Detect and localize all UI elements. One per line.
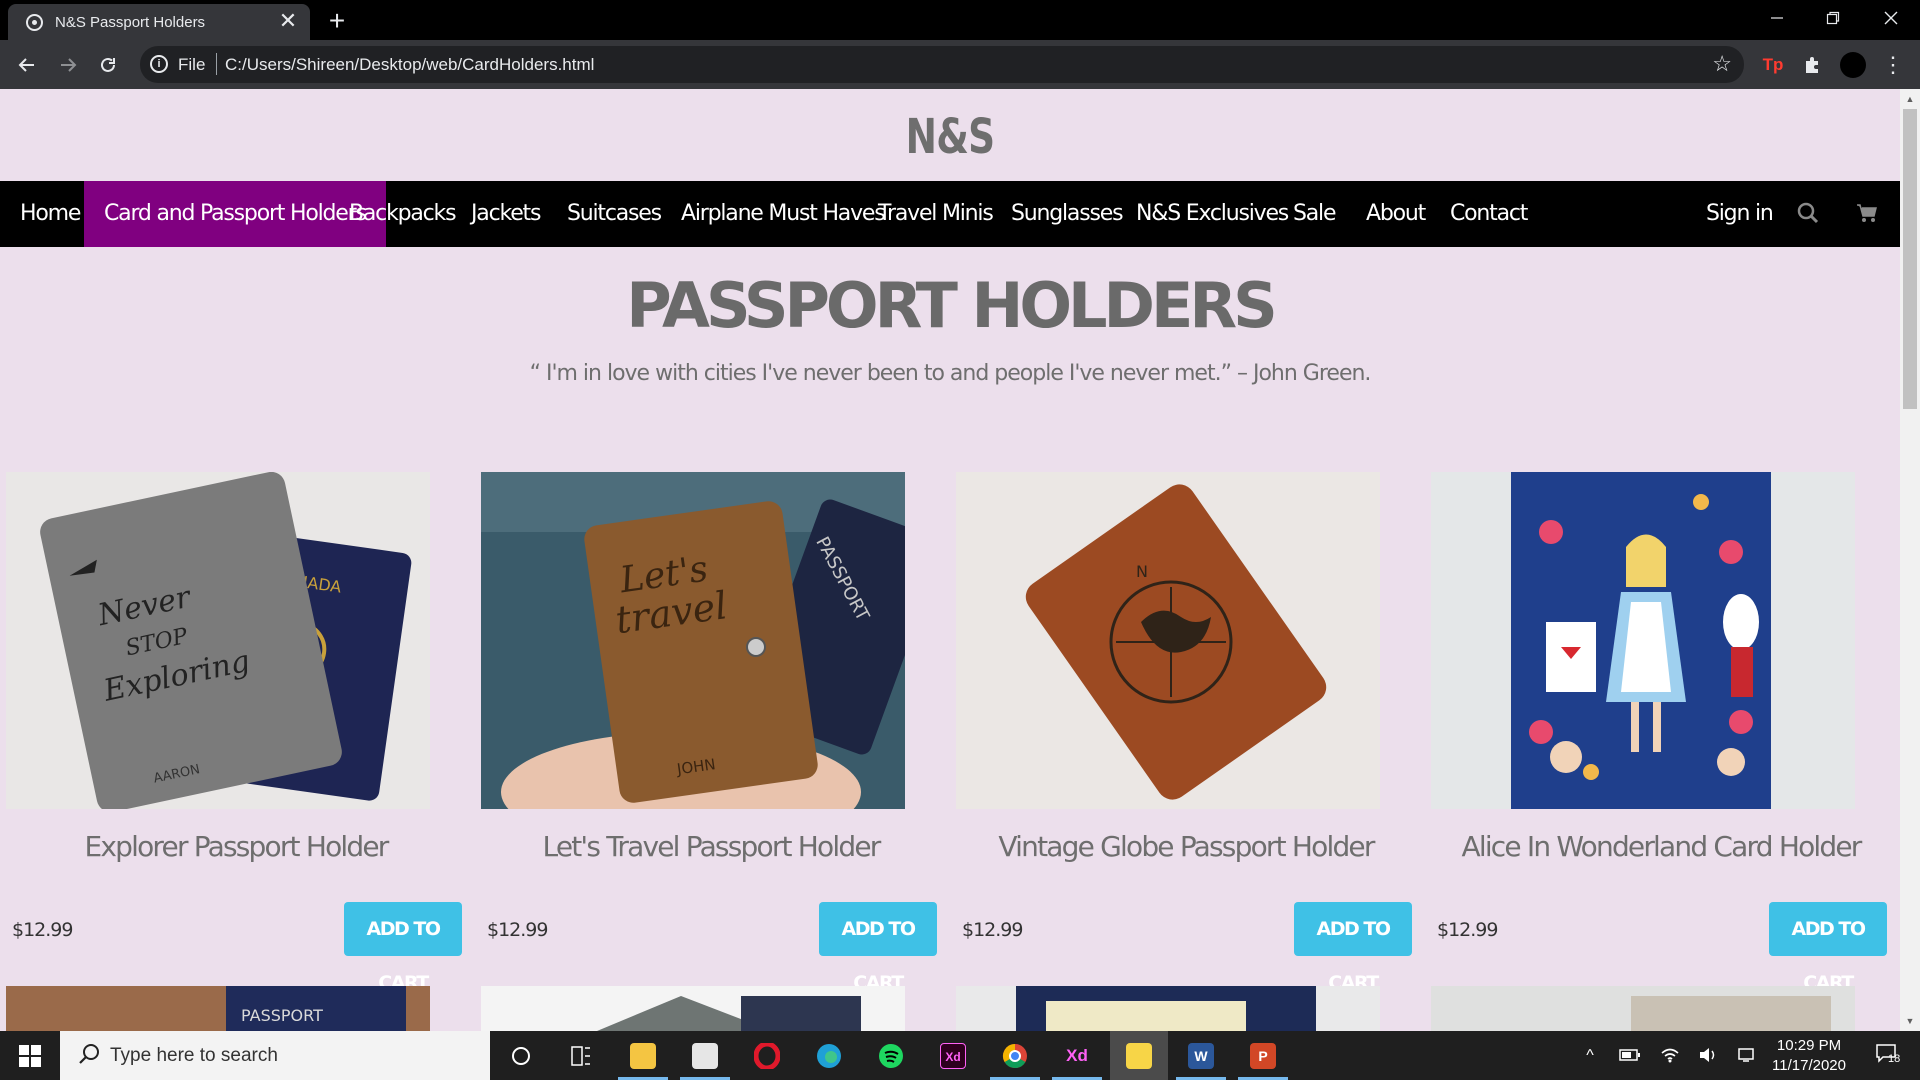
product-image-partial[interactable]: PASSPORT	[6, 986, 430, 1031]
kebab-menu-icon[interactable]: ⋮	[1880, 52, 1906, 78]
address-bar[interactable]: i File C:/Users/Shireen/Desktop/web/Card…	[140, 46, 1744, 83]
globe-icon	[26, 14, 43, 31]
cortana-icon[interactable]	[492, 1031, 550, 1080]
sign-in-link[interactable]: Sign in	[1686, 181, 1793, 247]
svg-text:PASSPORT: PASSPORT	[241, 1006, 323, 1025]
browser-toolbar: i File C:/Users/Shireen/Desktop/web/Card…	[0, 40, 1920, 89]
site-logo[interactable]: N&S	[209, 109, 1691, 165]
profile-avatar[interactable]	[1840, 52, 1866, 78]
add-to-cart-button[interactable]: ADD TO CART	[1294, 902, 1412, 994]
chrome-icon[interactable]	[986, 1031, 1044, 1080]
product-image-partial[interactable]	[1431, 986, 1855, 1031]
notification-center-icon[interactable]: 18	[1866, 1031, 1906, 1080]
notification-count: 18	[1888, 1053, 1901, 1065]
main-navigation: Home Card and Passport Holders Backpacks…	[0, 181, 1900, 247]
product-price: $12.99	[12, 919, 73, 941]
search-icon	[78, 1043, 102, 1067]
browser-tab[interactable]: N&S Passport Holders ✕	[8, 4, 310, 40]
scrollbar-thumb[interactable]	[1903, 109, 1917, 409]
page-title: PASSPORT HOLDERS	[626, 269, 1278, 342]
product-name[interactable]: Vintage Globe Passport Holder	[956, 830, 1416, 863]
product-price: $12.99	[487, 919, 548, 941]
product-image-partial[interactable]	[481, 986, 905, 1031]
tab-close-button[interactable]: ✕	[276, 9, 300, 33]
product-image-vintage-globe[interactable]: N	[956, 472, 1380, 809]
product-image-explorer[interactable]: NADA Never STOP Exploring AARON	[6, 472, 430, 809]
adobe-xd-app-icon[interactable]: Xd	[1048, 1031, 1106, 1080]
product-image-lets-travel[interactable]: PASSPORT Let's travel JOHN	[481, 472, 905, 809]
taskbar-search-box[interactable]: Type here to search	[60, 1031, 490, 1080]
task-view-icon[interactable]	[552, 1031, 610, 1080]
microsoft-store-icon[interactable]	[676, 1031, 734, 1080]
nav-travel-minis[interactable]: Travel Minis	[858, 181, 1013, 247]
minimize-button[interactable]	[1754, 4, 1800, 34]
product-card: N Vintage Globe Passport Holder $12.99 A…	[950, 472, 1425, 994]
nav-sale[interactable]: Sale	[1273, 181, 1355, 247]
word-icon[interactable]: W	[1172, 1031, 1230, 1080]
forward-button[interactable]	[52, 49, 84, 81]
add-to-cart-button[interactable]: ADD TO CART	[1769, 902, 1887, 994]
product-image-partial[interactable]	[956, 986, 1380, 1031]
windows-start-button[interactable]	[0, 1031, 60, 1080]
volume-icon[interactable]	[1694, 1031, 1722, 1080]
page-viewport: N&S Home Card and Passport Holders Backp…	[0, 89, 1920, 1031]
edge-icon[interactable]	[800, 1031, 858, 1080]
scheme-label: File	[178, 55, 206, 74]
reload-button[interactable]	[92, 49, 124, 81]
system-clock[interactable]: 10:29 PM 11/17/2020	[1766, 1036, 1852, 1076]
product-card: NADA Never STOP Exploring AARON Explorer…	[0, 472, 475, 994]
product-name[interactable]: Alice In Wonderland Card Holder	[1431, 830, 1891, 863]
opera-icon[interactable]	[738, 1031, 796, 1080]
add-to-cart-button[interactable]: ADD TO CART	[819, 902, 937, 994]
bookmark-star-icon[interactable]: ☆	[1712, 51, 1732, 77]
svg-text:N: N	[1136, 562, 1148, 581]
address-separator	[216, 53, 217, 75]
powerpoint-icon[interactable]: P	[1234, 1031, 1292, 1080]
add-to-cart-button[interactable]: ADD TO CART	[344, 902, 462, 994]
network-status-icon[interactable]	[1732, 1031, 1760, 1080]
back-button[interactable]	[11, 49, 43, 81]
page-scrollbar[interactable]: ▲ ▼	[1900, 89, 1920, 1031]
wifi-icon[interactable]	[1656, 1031, 1684, 1080]
extensions-puzzle-icon[interactable]	[1800, 52, 1826, 78]
adobe-xd-icon[interactable]: Xd	[924, 1031, 982, 1080]
product-card: Alice In Wonderland Card Holder $12.99 A…	[1425, 472, 1900, 994]
show-hidden-icons-chevron[interactable]: ^	[1578, 1031, 1602, 1080]
close-window-button[interactable]	[1868, 4, 1914, 34]
info-icon[interactable]: i	[150, 55, 168, 73]
browser-tab-strip: N&S Passport Holders ✕ +	[0, 0, 1920, 40]
scroll-down-arrow[interactable]: ▼	[1900, 1011, 1920, 1031]
windows-taskbar: Type here to search Xd Xd W P ^ 10:29 PM…	[0, 1031, 1920, 1080]
file-explorer-icon[interactable]	[614, 1031, 672, 1080]
clock-time: 10:29 PM	[1776, 1037, 1842, 1054]
new-tab-button[interactable]: +	[322, 6, 352, 36]
nav-contact[interactable]: Contact	[1430, 181, 1547, 247]
spotify-icon[interactable]	[862, 1031, 920, 1080]
product-name[interactable]: Explorer Passport Holder	[6, 830, 466, 863]
clock-date: 11/17/2020	[1772, 1057, 1846, 1074]
tab-title: N&S Passport Holders	[55, 14, 206, 31]
product-price: $12.99	[1437, 919, 1498, 941]
extension-tp-icon[interactable]: Tp	[1760, 52, 1786, 78]
search-icon[interactable]	[1796, 201, 1822, 227]
page-quote: “ I'm in love with cities I've never bee…	[529, 361, 1372, 386]
restore-button[interactable]	[1810, 4, 1856, 34]
sticky-notes-icon[interactable]	[1110, 1031, 1168, 1080]
cart-icon[interactable]	[1855, 201, 1881, 227]
battery-icon[interactable]	[1616, 1031, 1644, 1080]
product-image-alice-in-wonderland[interactable]	[1431, 472, 1855, 809]
url-text[interactable]: C:/Users/Shireen/Desktop/web/CardHolders…	[225, 55, 594, 75]
nav-jackets[interactable]: Jackets	[451, 181, 560, 247]
search-placeholder: Type here to search	[110, 1045, 278, 1066]
scroll-up-arrow[interactable]: ▲	[1900, 89, 1920, 109]
product-price: $12.99	[962, 919, 1023, 941]
product-card: PASSPORT Let's travel JOHN Let's Travel …	[475, 472, 950, 994]
product-name[interactable]: Let's Travel Passport Holder	[481, 830, 941, 863]
